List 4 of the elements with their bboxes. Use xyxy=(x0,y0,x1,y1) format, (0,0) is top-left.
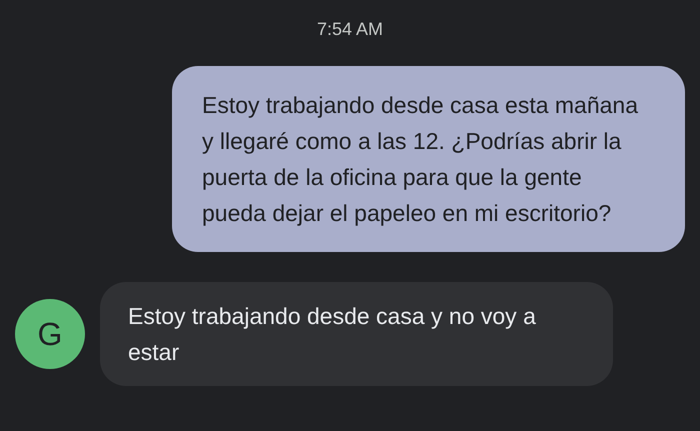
incoming-message-bubble: Estoy trabajando desde casa y no voy a estar xyxy=(100,282,613,386)
timestamp: 7:54 AM xyxy=(316,18,384,41)
avatar: G xyxy=(15,299,85,369)
outgoing-message-bubble: Estoy trabajando desde casa esta mañana y llegaré como a las 12. ¿Podrías abrir la puerta de la oficina para que la gente pueda dejar el papeleo en mi escritorio? xyxy=(172,66,685,252)
